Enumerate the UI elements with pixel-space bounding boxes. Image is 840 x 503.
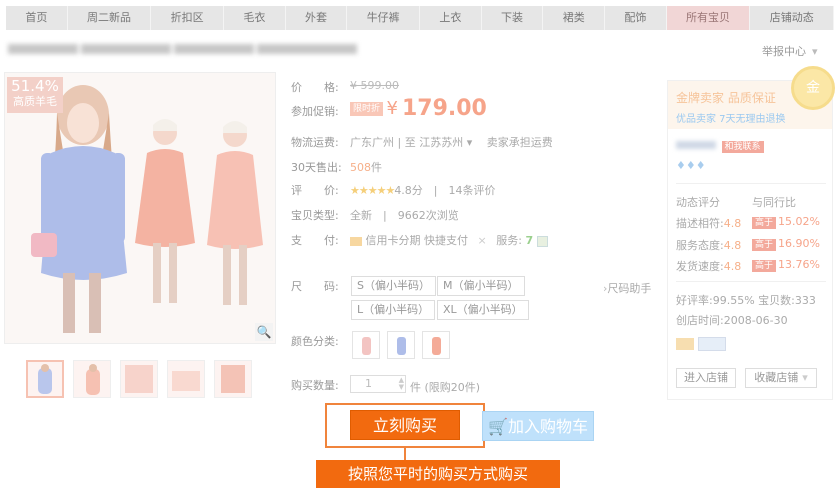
thumbnail-5[interactable]	[214, 360, 252, 398]
report-center-link[interactable]: 举报中心 ▾	[762, 43, 818, 59]
rating-label: 评 价:	[291, 184, 339, 197]
favorite-shop-button[interactable]: 收藏店铺 ▾	[745, 368, 817, 388]
contact-seller-button[interactable]: 和我联系	[721, 141, 764, 153]
nav-item-new[interactable]: 周二新品	[68, 6, 152, 30]
card-cert-icon	[676, 338, 694, 350]
nav-item-all-items[interactable]: 所有宝贝	[666, 6, 751, 30]
seller-level-icons: ♦♦♦	[676, 159, 706, 172]
sold-label: 30天售出:	[291, 161, 342, 174]
pay-label: 支 付:	[291, 234, 339, 247]
dsr-header: 动态评分 与同行比	[676, 196, 796, 209]
nav-item-tops[interactable]: 上衣	[420, 6, 482, 30]
shop-guarantee-subtitle[interactable]: 优品卖家 7天无理由退换	[676, 110, 824, 125]
service-badge-icon	[536, 235, 548, 247]
size-option-m[interactable]: M（偏小半码）	[437, 276, 525, 296]
promo-tag: 限时折	[350, 101, 384, 116]
add-to-cart-button[interactable]: 🛒加入购物车	[482, 411, 594, 441]
main-product-image[interactable]: 51.4% 高质羊毛 🔍	[4, 72, 276, 344]
promo-price-block: 限时折 ¥179.00	[350, 96, 487, 121]
shop-created: 创店时间:2008-06-30	[676, 314, 788, 327]
shop-nav-bar: 首页 周二新品 折扣区 毛衣 外套 牛仔裤 上衣 下装 裙类 配饰 所有宝贝 店…	[6, 6, 835, 30]
qty-label: 购买数量:	[291, 379, 339, 392]
thumbnail-4[interactable]	[167, 360, 205, 398]
review-count-link[interactable]: 14条评价	[449, 184, 496, 197]
promo-currency: ¥	[386, 98, 398, 119]
size-option-s[interactable]: S（偏小半码）	[351, 276, 436, 296]
nav-item-sweater[interactable]: 毛衣	[224, 6, 286, 30]
stepper-arrows-icon: ▲ ▼	[398, 376, 404, 391]
color-option-pink[interactable]	[352, 331, 380, 359]
enter-shop-button[interactable]: 进入店铺	[676, 368, 736, 388]
type-info: 全新 | 9662次浏览	[350, 209, 459, 222]
wool-percent-badge: 51.4% 高质羊毛	[7, 77, 63, 113]
zoom-icon[interactable]: 🔍	[255, 323, 273, 341]
promo-price: 179.00	[401, 96, 487, 121]
price-label: 价 格:	[291, 81, 339, 94]
nav-item-accessories[interactable]: 配饰	[605, 6, 667, 30]
gold-medal-icon: 金	[791, 66, 835, 110]
seller-row: 和我联系	[676, 139, 766, 153]
nav-item-jeans[interactable]: 牛仔裤	[347, 6, 421, 30]
thumbnail-strip	[26, 360, 252, 398]
size-helper-link[interactable]: ›尺码助手	[603, 280, 651, 296]
size-label: 尺 码:	[291, 280, 339, 293]
pay-methods: 信用卡分期 快捷支付 × 服务: 7	[350, 232, 548, 248]
color-option-blue[interactable]	[387, 331, 415, 359]
size-option-l[interactable]: L（偏小半码）	[351, 300, 436, 320]
shipping-destination-select[interactable]: 江苏苏州 ▾	[419, 136, 472, 149]
shipping-info: 广东广州 | 至 江苏苏州 ▾ 卖家承担运费	[350, 136, 553, 149]
size-option-xl[interactable]: XL（偏小半码）	[437, 300, 529, 320]
rating-info: ★★★★★4.8分 | 14条评价	[350, 184, 496, 197]
purchase-tip-banner: 按照您平时的购买方式购买	[316, 460, 560, 488]
nav-item-shop-news[interactable]: 店铺动态	[750, 6, 835, 30]
shop-info-panel: 金牌卖家 品质保证 优品卖家 7天无理由退换 和我联系 ♦♦♦ 动态评分 与同行比…	[667, 80, 833, 400]
credit-card-icon	[350, 236, 362, 246]
chevron-down-icon: ▾	[812, 45, 818, 58]
thumbnail-3[interactable]	[120, 360, 158, 398]
promo-label: 参加促销:	[291, 105, 339, 118]
good-rate-info: 好评率:99.55% 宝贝数:333	[676, 294, 816, 307]
thumbnail-1[interactable]	[26, 360, 64, 398]
tip-connector	[404, 448, 406, 460]
quantity-input[interactable]: 1 ▲ ▼	[350, 375, 406, 393]
color-option-orange[interactable]	[422, 331, 450, 359]
cart-icon: 🛒	[488, 417, 508, 436]
color-label: 颜色分类:	[291, 335, 339, 348]
product-photo	[31, 85, 263, 333]
shop-cert-icons	[676, 337, 726, 351]
product-title-blurred	[8, 42, 363, 56]
buy-now-button[interactable]: 立刻购买	[350, 410, 460, 440]
nav-item-coat[interactable]: 外套	[286, 6, 348, 30]
shipping-label: 物流运费:	[291, 136, 339, 149]
nav-item-discount[interactable]: 折扣区	[151, 6, 225, 30]
dsr-row-description: 描述相符:4.8 高于 15.02%	[676, 215, 820, 230]
dsr-row-service: 服务态度:4.8 高于 16.90%	[676, 237, 820, 252]
star-rating-icon: ★★★★★	[350, 184, 395, 197]
nav-item-bottoms[interactable]: 下装	[482, 6, 544, 30]
original-price: ¥ 599.00	[350, 79, 399, 92]
service-7day-icon: 7	[525, 234, 534, 247]
type-label: 宝贝类型:	[291, 209, 339, 222]
thumbnail-2[interactable]	[73, 360, 111, 398]
sold-count: 508件	[350, 161, 382, 174]
dsr-row-shipping: 发货速度:4.8 高于 13.76%	[676, 258, 820, 273]
shield-cert-icon	[697, 337, 726, 351]
nav-item-skirts[interactable]: 裙类	[543, 6, 606, 30]
nav-item-home[interactable]: 首页	[6, 6, 68, 30]
qty-limit: 件 (限购20件)	[410, 381, 481, 394]
